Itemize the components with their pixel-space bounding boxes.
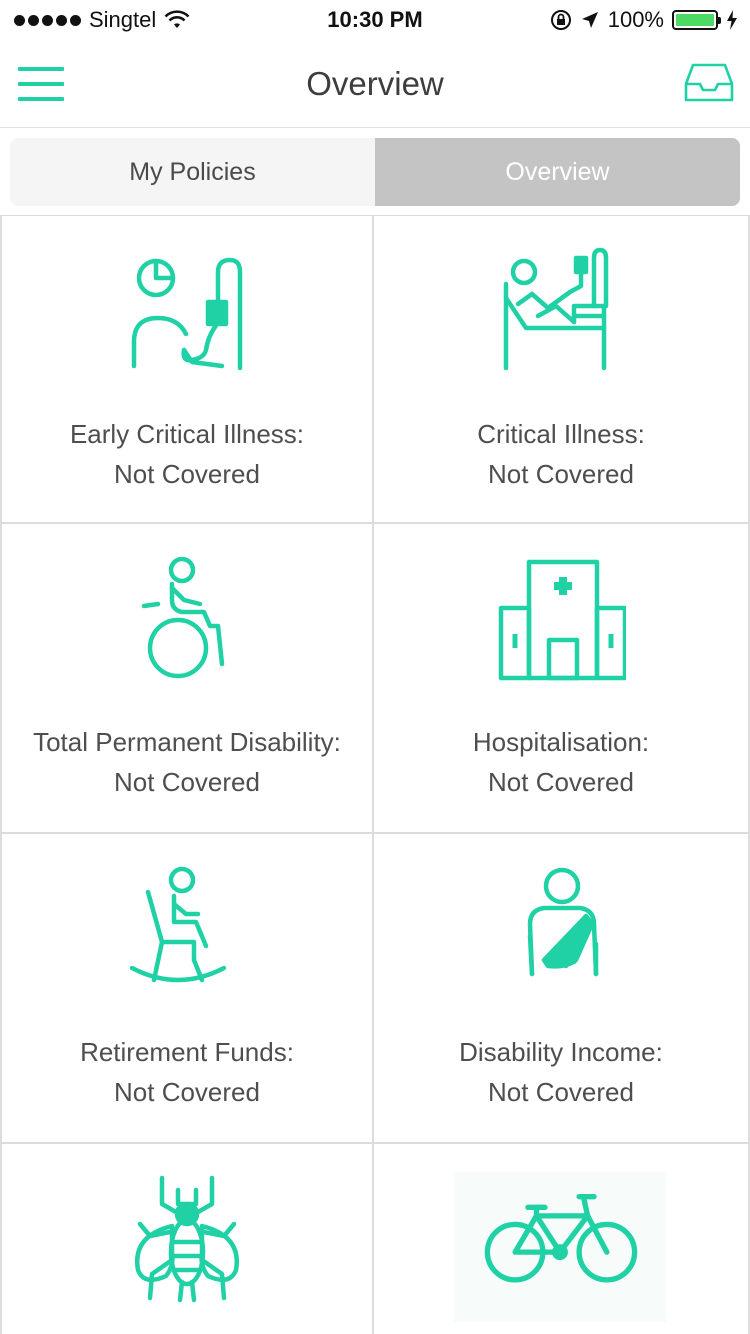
page-title: Overview <box>306 64 444 102</box>
coverage-card-mobility-cover[interactable] <box>374 1144 750 1334</box>
rocking-chair-icon <box>129 866 227 983</box>
coverage-title: Hospitalisation: <box>472 727 650 757</box>
wifi-icon <box>164 10 190 28</box>
coverage-status: Not Covered <box>488 767 634 797</box>
status-left: Singtel <box>14 7 190 33</box>
status-bar: Singtel 10:30 PM 100% <box>0 0 750 40</box>
coverage-label: Total Permanent Disability: Not Covered <box>2 722 372 802</box>
charging-bolt-icon <box>727 10 737 30</box>
inbox-tray-icon[interactable] <box>684 62 734 104</box>
orientation-lock-icon <box>550 10 571 30</box>
coverage-grid: Early Critical Illness: Not Covered Crit… <box>0 215 750 1334</box>
coverage-title: Critical Illness: <box>477 419 645 449</box>
coverage-status: Not Covered <box>114 1077 260 1107</box>
coverage-card-retirement-funds[interactable]: Retirement Funds: Not Covered <box>0 834 374 1144</box>
patient-iv-drip-icon <box>131 257 243 371</box>
location-arrow-icon <box>581 12 598 28</box>
coverage-status: Not Covered <box>488 459 634 489</box>
segmented-control: My Policies Overview <box>10 138 740 206</box>
coverage-title: Early Critical Illness: <box>69 419 305 449</box>
bicycle-icon <box>484 1194 638 1283</box>
coverage-label: Early Critical Illness: Not Covered <box>2 414 372 494</box>
carrier-name: Singtel <box>89 7 157 32</box>
tab-overview[interactable]: Overview <box>375 138 740 206</box>
coverage-card-early-critical-illness[interactable]: Early Critical Illness: Not Covered <box>0 216 374 524</box>
coverage-status: Not Covered <box>114 459 260 489</box>
coverage-card-mosquito-cover[interactable] <box>0 1144 374 1334</box>
coverage-label: Disability Income: Not Covered <box>374 1032 748 1112</box>
coverage-card-total-permanent-disability[interactable]: Total Permanent Disability: Not Covered <box>0 524 374 834</box>
battery-icon <box>672 10 721 30</box>
coverage-label: Critical Illness: Not Covered <box>374 414 748 494</box>
coverage-title: Retirement Funds: <box>80 1037 294 1067</box>
coverage-card-critical-illness[interactable]: Critical Illness: Not Covered <box>374 216 750 524</box>
coverage-label: Hospitalisation: Not Covered <box>374 722 748 802</box>
battery-percent: 100% <box>607 7 664 32</box>
coverage-status: Not Covered <box>488 1077 634 1107</box>
wheelchair-icon <box>141 556 225 679</box>
coverage-label: Retirement Funds: Not Covered <box>2 1032 372 1112</box>
hamburger-menu-icon[interactable] <box>18 67 64 101</box>
nav-bar: Overview <box>0 40 750 128</box>
signal-strength-icon <box>14 14 81 26</box>
mosquito-icon <box>134 1175 240 1303</box>
arm-sling-icon <box>527 867 599 977</box>
coverage-card-hospitalisation[interactable]: Hospitalisation: Not Covered <box>374 524 750 834</box>
coverage-status: Not Covered <box>114 767 260 797</box>
hospital-bed-patient-icon <box>503 247 609 371</box>
hospital-building-icon <box>498 559 626 681</box>
status-right: 100% <box>550 7 738 33</box>
coverage-card-disability-income[interactable]: Disability Income: Not Covered <box>374 834 750 1144</box>
coverage-title: Total Permanent Disability: <box>33 727 341 757</box>
tab-my-policies[interactable]: My Policies <box>10 138 375 206</box>
coverage-title: Disability Income: <box>459 1037 663 1067</box>
